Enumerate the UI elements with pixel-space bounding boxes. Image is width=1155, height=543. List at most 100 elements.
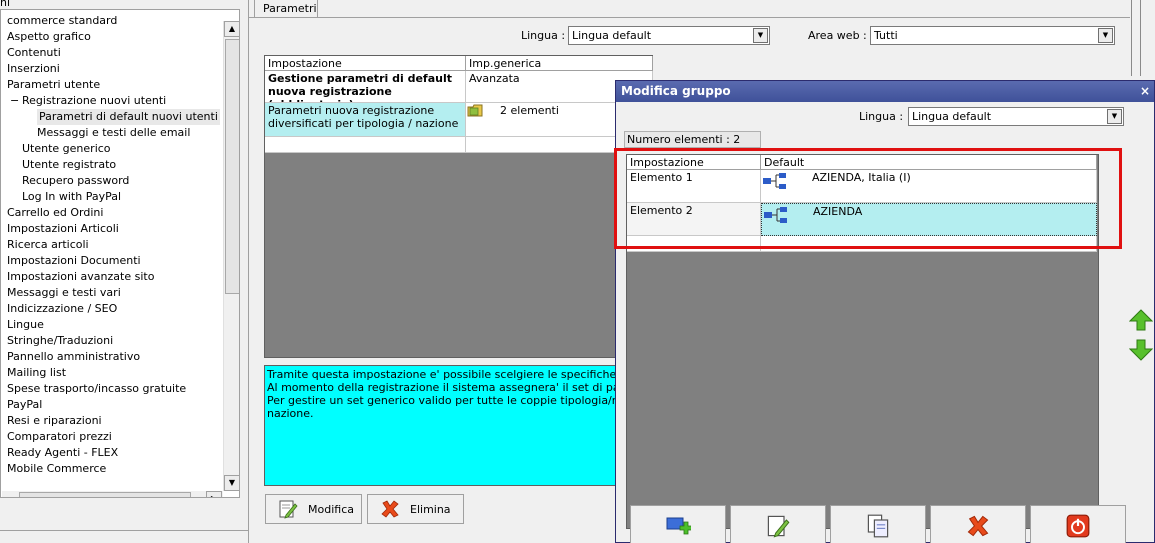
lingua-select[interactable]: Lingua default ▼ — [568, 26, 770, 45]
tree-item-label: Comparatori prezzi — [7, 430, 112, 443]
description-line: nazione. — [267, 407, 314, 420]
chevron-down-icon[interactable]: ▼ — [1098, 28, 1113, 43]
left-panel-border — [248, 0, 249, 543]
tree-item[interactable]: Stringhe/Traduzioni — [7, 333, 113, 349]
tree-item[interactable]: Impostazioni Documenti — [7, 253, 141, 269]
tree-item-label: Carrello ed Ordini — [7, 206, 104, 219]
tree-item[interactable]: Impostazioni Articoli — [7, 221, 119, 237]
tree-item[interactable]: Messaggi e testi vari — [7, 285, 121, 301]
tree-item-label: Recupero password — [22, 174, 130, 187]
tree-item[interactable]: Mobile Commerce — [7, 461, 106, 477]
tree-horizontal-scrollbar[interactable]: ::::::: ▶ — [2, 491, 223, 497]
elimina-button[interactable]: Elimina — [367, 494, 464, 524]
tree-item-label: commerce standard — [7, 14, 118, 27]
tree-item[interactable]: Comparatori prezzi — [7, 429, 112, 445]
tree-item[interactable]: − Registrazione nuovi utenti — [10, 93, 166, 109]
tree-item-label: Pannello amministrativo — [7, 350, 141, 363]
close-icon[interactable]: × — [1140, 84, 1150, 98]
close-dialog-button[interactable] — [1030, 505, 1126, 543]
tree-item[interactable]: Messaggi e testi delle email — [37, 125, 190, 141]
tree-item-label: Impostazioni Documenti — [7, 254, 141, 267]
description-line: Tramite questa impostazione e' possibile… — [267, 368, 618, 381]
panel-splitter[interactable] — [240, 9, 248, 543]
area-web-select[interactable]: Tutti ▼ — [870, 26, 1115, 45]
tree-item[interactable]: Contenuti — [7, 45, 61, 61]
grid-cell-setting[interactable]: Parametri nuova registrazione diversific… — [265, 103, 466, 137]
tree-item[interactable]: Lingue — [7, 317, 44, 333]
delete-element-button[interactable] — [930, 505, 1026, 543]
tree-item[interactable]: Parametri di default nuovi utenti — [37, 109, 220, 125]
tab-label: Parametri — [263, 2, 317, 15]
area-web-label: Area web : — [808, 29, 867, 42]
tab-parametri[interactable]: Parametri — [254, 0, 318, 18]
tree-item-label: Messaggi e testi delle email — [37, 126, 191, 139]
tree-item-label: Mailing list — [7, 366, 67, 379]
description-line: Per gestire un set generico valido per t… — [267, 394, 618, 407]
scroll-up-icon[interactable]: ▲ — [224, 21, 239, 37]
tree-item[interactable]: PayPal — [7, 397, 42, 413]
copy-element-button[interactable] — [830, 505, 926, 543]
tree-item[interactable]: Indicizzazione / SEO — [7, 301, 117, 317]
tree-item-label: Ready Agenti - FLEX — [7, 446, 119, 459]
tree-item-label: Ricerca articoli — [7, 238, 89, 251]
scroll-down-icon[interactable]: ▼ — [224, 475, 239, 491]
scroll-right-icon[interactable]: ▶ — [206, 491, 222, 497]
panel-edge — [1140, 0, 1141, 76]
settings-grid[interactable]: Impostazione Imp.generica Gestione param… — [264, 55, 653, 358]
move-up-icon[interactable] — [1129, 309, 1153, 331]
folder-icon — [467, 104, 483, 117]
tree-item[interactable]: Utente generico — [22, 141, 111, 157]
tree-item[interactable]: Mailing list — [7, 365, 66, 381]
dialog-lingua-select[interactable]: Lingua default ▼ — [908, 107, 1124, 126]
column-header-imp-generica[interactable]: Imp.generica — [466, 56, 653, 71]
lingua-label: Lingua : — [521, 29, 566, 42]
delete-x-icon — [381, 500, 399, 518]
tree-item-label: Messaggi e testi vari — [7, 286, 121, 299]
tree-item[interactable]: Inserzioni — [7, 61, 60, 77]
tree-item-label: Log In with PayPal — [22, 190, 122, 203]
modifica-button[interactable]: Modifica — [265, 494, 362, 524]
modifica-label: Modifica — [308, 502, 354, 516]
grid-cell-setting[interactable]: Gestione parametri di default nuova regi… — [265, 71, 466, 103]
tree-item[interactable]: Ricerca articoli — [7, 237, 89, 253]
tree-item-label: Impostazioni Articoli — [7, 222, 119, 235]
tree-item[interactable]: Ready Agenti - FLEX — [7, 445, 118, 461]
delete-x-icon — [967, 515, 989, 537]
tree-item[interactable]: Pannello amministrativo — [7, 349, 140, 365]
dialog-title: Modifica gruppo — [621, 84, 731, 98]
tree-item[interactable]: Parametri utente — [7, 77, 100, 93]
chevron-down-icon[interactable]: ▼ — [1107, 109, 1122, 124]
elimina-label: Elimina — [410, 502, 451, 516]
power-icon — [1066, 514, 1090, 538]
tree-item[interactable]: commerce standard — [7, 13, 117, 29]
annotation-highlight — [614, 148, 1122, 249]
tree-item[interactable]: Aspetto grafico — [7, 29, 91, 45]
tree-item[interactable]: Resi e riparazioni — [7, 413, 102, 429]
tree-item-label: Impostazioni avanzate sito — [7, 270, 155, 283]
tree-item-label: Inserzioni — [7, 62, 60, 75]
tree-item[interactable]: Carrello ed Ordini — [7, 205, 103, 221]
horizontal-scroll-thumb[interactable]: ::::::: — [19, 492, 191, 497]
add-element-button[interactable] — [630, 505, 726, 543]
column-header-impostazione[interactable]: Impostazione — [265, 56, 466, 71]
tree-item-label: Stringhe/Traduzioni — [7, 334, 114, 347]
tree-item-label: Mobile Commerce — [7, 462, 107, 475]
grid-empty-row — [265, 137, 466, 153]
dialog-lingua-select-value: Lingua default — [912, 110, 992, 123]
grid-cell-value-text: 2 elementi — [500, 104, 559, 117]
tree-vertical-scrollbar[interactable]: ▲ ▼ — [223, 21, 239, 491]
edit-element-button[interactable] — [730, 505, 826, 543]
move-down-icon[interactable] — [1129, 339, 1153, 361]
tree-item[interactable]: Spese trasporto/incasso gratuite — [7, 381, 186, 397]
tree-item[interactable]: Log In with PayPal — [22, 189, 121, 205]
tree-item[interactable]: Impostazioni avanzate sito — [7, 269, 154, 285]
description-panel: Tramite questa impostazione e' possibile… — [264, 365, 619, 486]
settings-tree[interactable]: commerce standard Aspetto grafico Contenut… — [0, 9, 240, 498]
tree-item-label: Utente registrato — [22, 158, 117, 171]
tree-item[interactable]: Utente registrato — [22, 157, 116, 173]
collapse-icon[interactable]: − — [10, 93, 19, 109]
chevron-down-icon[interactable]: ▼ — [753, 28, 768, 43]
dialog-title-bar[interactable]: Modifica gruppo × — [616, 81, 1154, 102]
vertical-scroll-thumb[interactable] — [225, 39, 239, 294]
tree-item[interactable]: Recupero password — [22, 173, 129, 189]
